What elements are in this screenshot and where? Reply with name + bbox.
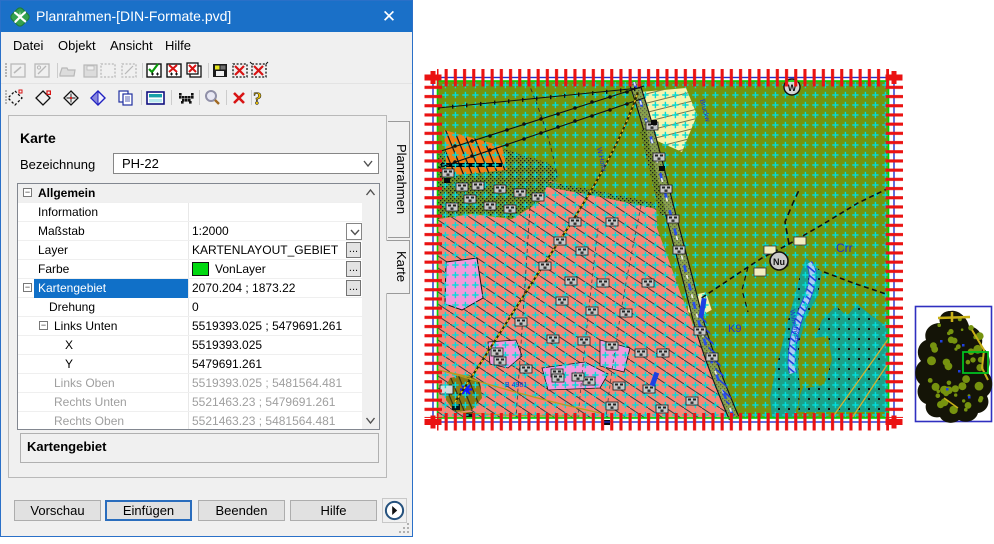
svg-text:Crr: Crr — [836, 241, 853, 255]
svg-text:?: ? — [253, 89, 262, 109]
svg-text:K9: K9 — [728, 323, 741, 335]
svg-text:Nu: Nu — [773, 257, 785, 267]
svg-text:B 4981: B 4981 — [505, 382, 527, 389]
